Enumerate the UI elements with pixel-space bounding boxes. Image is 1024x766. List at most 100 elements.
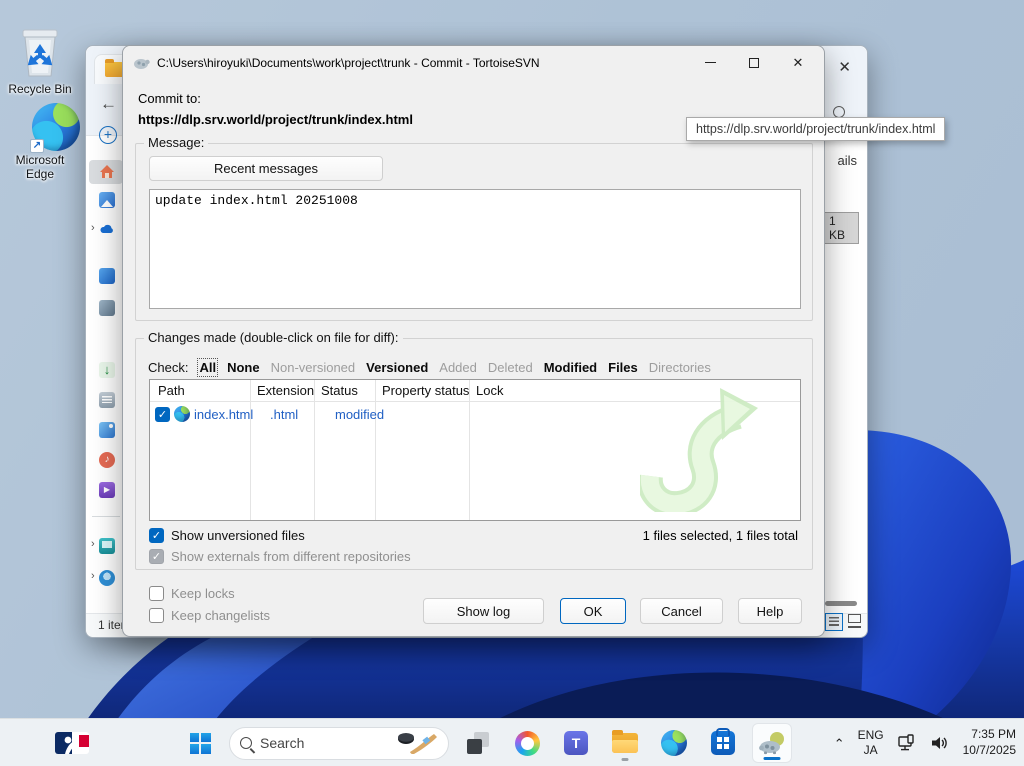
new-item-icon[interactable]: + <box>99 126 117 144</box>
details-label[interactable]: ails <box>837 153 857 168</box>
filter-non-versioned[interactable]: Non-versioned <box>271 360 356 375</box>
tortoisesvn-button[interactable] <box>752 723 792 763</box>
keep-locks-checkbox[interactable] <box>149 586 164 601</box>
cell-path: index.html <box>194 406 254 422</box>
home-icon <box>100 165 114 178</box>
maximize-button[interactable] <box>732 46 776 79</box>
sidebar-item-home[interactable] <box>89 160 123 184</box>
filter-deleted[interactable]: Deleted <box>488 360 533 375</box>
show-externals-checkbox[interactable] <box>149 549 164 564</box>
row-checkbox[interactable] <box>155 406 170 422</box>
sidebar-item-gallery[interactable] <box>89 188 123 212</box>
commit-to-label: Commit to: <box>138 91 201 106</box>
commit-url: https://dlp.srv.world/project/trunk/inde… <box>138 112 413 127</box>
edge-button[interactable] <box>654 723 694 763</box>
desktop-icon-recycle-bin[interactable]: Recycle Bin <box>0 24 80 97</box>
col-property-status[interactable]: Property status <box>382 383 469 398</box>
recent-messages-button[interactable]: Recent messages <box>149 156 383 181</box>
sidebar-item-onedrive[interactable]: › <box>89 218 123 242</box>
sidebar-item-videos[interactable]: ▶ <box>89 478 123 502</box>
copilot-button[interactable] <box>507 723 547 763</box>
keep-changelists-checkbox[interactable] <box>149 608 164 623</box>
widgets-mlb-icon[interactable] <box>55 732 89 754</box>
show-externals-checkbox-row[interactable]: Show externals from different repositori… <box>149 549 411 564</box>
tray-chevron-up-icon[interactable]: ⌃ <box>834 736 845 752</box>
music-icon: ♪ <box>99 452 115 468</box>
message-group-label: Message: <box>144 135 209 150</box>
clock[interactable]: 7:35 PM 10/7/2025 <box>963 727 1016 758</box>
col-lock[interactable]: Lock <box>476 383 503 398</box>
sidebar-item-desktop[interactable] <box>89 264 123 288</box>
changes-file-table: Path Extension Status Property status Lo… <box>149 379 801 521</box>
task-view-button[interactable] <box>458 723 498 763</box>
sidebar-item-music[interactable]: ♪ <box>89 448 123 472</box>
close-button[interactable]: ✕ <box>776 46 820 79</box>
selection-summary: 1 files selected, 1 files total <box>642 528 798 543</box>
filter-files[interactable]: Files <box>608 360 638 375</box>
cancel-button[interactable]: Cancel <box>640 598 723 624</box>
changes-group-label: Changes made (double-click on file for d… <box>144 330 403 345</box>
pinned-folder-icon <box>99 300 115 316</box>
sidebar-item-pinned[interactable] <box>89 296 123 320</box>
cell-status: modified <box>335 406 385 422</box>
keep-locks-checkbox-row[interactable]: Keep locks <box>149 586 235 601</box>
dialog-titlebar[interactable]: C:\Users\hiroyuki\Documents\work\project… <box>123 46 824 79</box>
details-view-toggle[interactable] <box>825 613 843 631</box>
filter-added[interactable]: Added <box>439 360 477 375</box>
sidebar-item-downloads[interactable]: ↓ <box>89 358 123 382</box>
commit-message-input[interactable]: update index.html 20251008 <box>149 189 801 309</box>
videos-icon: ▶ <box>99 482 115 498</box>
show-log-button[interactable]: Show log <box>423 598 544 624</box>
sidebar-item-pictures[interactable] <box>89 418 123 442</box>
col-status[interactable]: Status <box>321 383 358 398</box>
close-icon[interactable]: ✕ <box>838 58 851 76</box>
filter-directories[interactable]: Directories <box>649 360 711 375</box>
desktop-icon-label: Microsoft Edge <box>15 153 65 181</box>
tortoisesvn-icon <box>759 732 784 755</box>
language-indicator[interactable]: ENG JA <box>858 728 884 758</box>
filter-modified[interactable]: Modified <box>544 360 597 375</box>
start-button[interactable] <box>180 723 220 763</box>
sidebar-item-this-pc[interactable]: › <box>89 534 123 558</box>
shortcut-arrow-icon: ↗ <box>30 139 44 153</box>
file-explorer-button[interactable] <box>605 723 645 763</box>
ok-button[interactable]: OK <box>560 598 626 624</box>
chevron-right-icon: › <box>91 570 95 582</box>
back-arrow-icon[interactable]: ← <box>100 94 117 114</box>
teams-button[interactable]: T <box>556 723 596 763</box>
desktop-folder-icon <box>99 268 115 284</box>
store-button[interactable] <box>703 723 743 763</box>
help-button[interactable]: Help <box>738 598 802 624</box>
filter-all[interactable]: All <box>197 358 219 377</box>
recycle-bin-icon <box>22 29 58 77</box>
keep-locks-label: Keep locks <box>171 586 235 601</box>
folder-icon <box>612 730 638 753</box>
running-indicator <box>621 758 629 761</box>
show-unversioned-checkbox-row[interactable]: Show unversioned files <box>149 528 305 543</box>
horizontal-scrollbar[interactable] <box>825 601 857 606</box>
search-box[interactable]: Search <box>229 726 449 760</box>
col-path[interactable]: Path <box>158 383 185 398</box>
volume-icon[interactable] <box>930 734 950 752</box>
network-tray-icon[interactable] <box>897 734 917 752</box>
thumbnail-view-toggle[interactable] <box>847 613 865 631</box>
sidebar-separator <box>92 516 120 517</box>
desktop-icon-label: Recycle Bin <box>8 82 72 96</box>
desktop-icon-edge[interactable]: ↗ Microsoft Edge <box>0 103 80 182</box>
desktop: Recycle Bin ↗ Microsoft Edge ← + › ↓ ♪ ▶… <box>0 0 1024 766</box>
show-unversioned-checkbox[interactable] <box>149 528 164 543</box>
col-extension[interactable]: Extension <box>257 383 314 398</box>
check-filter-row: Check: All None Non-versioned Versioned … <box>148 358 711 377</box>
documents-icon <box>99 392 115 408</box>
sidebar-item-network[interactable]: › <box>89 566 123 590</box>
keep-changelists-checkbox-row[interactable]: Keep changelists <box>149 608 270 623</box>
filter-versioned[interactable]: Versioned <box>366 360 428 375</box>
minimize-button[interactable] <box>688 46 732 79</box>
check-label: Check: <box>148 360 189 375</box>
onedrive-icon <box>100 224 113 233</box>
chevron-right-icon: › <box>91 538 95 550</box>
filter-none[interactable]: None <box>227 360 260 375</box>
maximize-icon <box>749 57 759 68</box>
sidebar-item-documents[interactable] <box>89 388 123 412</box>
search-icon <box>240 737 252 749</box>
